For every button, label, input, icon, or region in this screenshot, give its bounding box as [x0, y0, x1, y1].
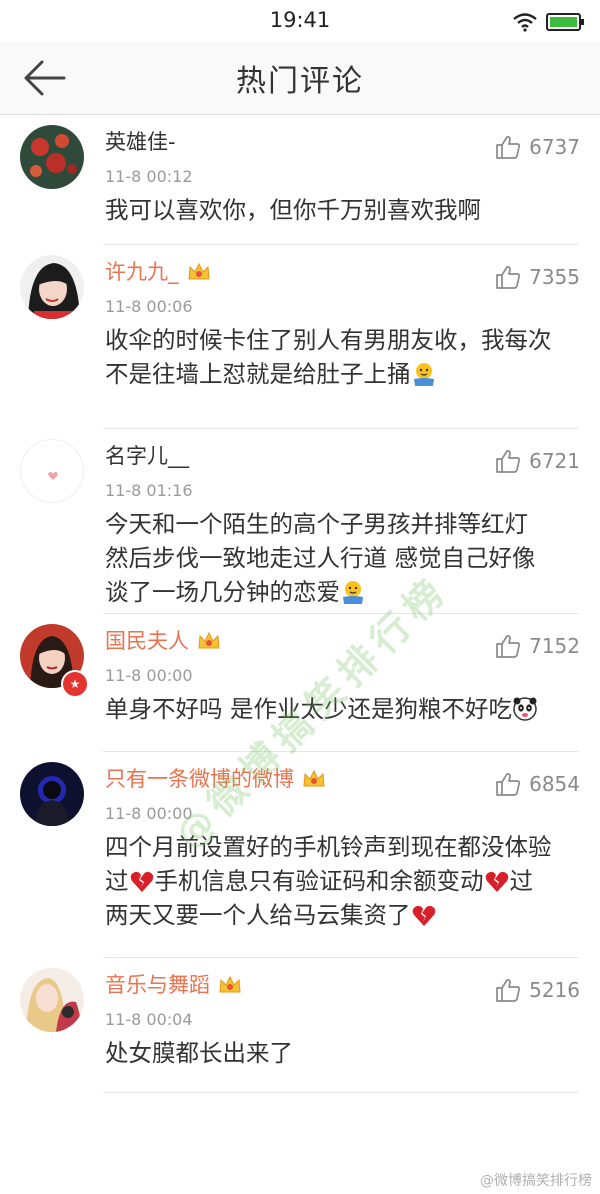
comment-text: 今天和一个陌生的高个子男孩并排等红灯 然后步伐一致地走过人行道 感觉自己好像 谈…: [105, 507, 583, 609]
avatar[interactable]: [20, 255, 84, 319]
thumbs-up-icon: [496, 978, 521, 1002]
username[interactable]: 名字儿__: [105, 442, 189, 470]
like-button[interactable]: 6854: [495, 769, 580, 799]
verified-badge: ★: [61, 670, 89, 698]
comment-line: 手机信息只有验证码和余额变动: [154, 867, 484, 895]
thumbs-up-icon: [496, 772, 521, 796]
thumbs-up-icon: [496, 634, 521, 658]
comment-time: 11-8 00:04: [105, 1010, 193, 1029]
like-count: 6737: [529, 135, 580, 159]
comment-line: 收伞的时候卡住了别人有男朋友收，我每次: [105, 326, 552, 354]
like-count: 6854: [529, 772, 580, 796]
comment-line: 过: [509, 867, 534, 895]
like-count: 6721: [529, 449, 580, 473]
like-count: 7355: [529, 265, 580, 289]
thumbs-up-icon: [496, 265, 521, 289]
comment-text: 处女膜都长出来了: [105, 1036, 583, 1070]
like-button[interactable]: 7355: [495, 262, 580, 292]
comment-text: 我可以喜欢你，但你千万别喜欢我啊: [105, 193, 583, 227]
comment-line: 四个月前设置好的手机铃声到现在都没体验: [105, 833, 552, 861]
like-button[interactable]: 7152: [495, 631, 580, 661]
broken-heart-emoji: [485, 871, 508, 892]
comment-item: 英雄佳- 11-8 00:12 6737 我可以喜欢你，但你千万别喜欢我啊: [0, 115, 600, 245]
comment-line: 两天又要一个人给马云集资了: [105, 901, 411, 929]
username-text: 国民夫人: [105, 629, 189, 653]
vip-crown-icon: [219, 975, 241, 993]
like-count: 5216: [529, 978, 580, 1002]
like-button[interactable]: 5216: [495, 975, 580, 1005]
shrug-emoji: [413, 363, 434, 386]
comment-item: 音乐与舞蹈 11-8 00:04 5216 处女膜都长出来了: [0, 958, 600, 1093]
comment-text: 四个月前设置好的手机铃声到现在都没体验 过 手机信息只有验证码和余额变动 过 两…: [105, 830, 583, 932]
comment-time: 11-8 00:12: [105, 167, 193, 186]
shrug-emoji: [343, 581, 363, 604]
comment-item: 许九九_ 11-8 00:06 7355 收伞的时候卡住了别人有男朋友收，我每次…: [0, 245, 600, 429]
thumbs-up-icon: [496, 135, 521, 159]
panda-emoji: [513, 697, 537, 721]
avatar[interactable]: [20, 439, 84, 503]
comment-line: 处女膜都长出来了: [105, 1039, 293, 1067]
comment-text: 收伞的时候卡住了别人有男朋友收，我每次 不是往墙上怼就是给肚子上捅: [105, 323, 583, 391]
username[interactable]: 许九九_: [105, 258, 211, 286]
like-button[interactable]: 6737: [495, 132, 580, 162]
page-title: 热门评论: [236, 64, 364, 99]
avatar[interactable]: [20, 125, 84, 189]
navbar: 热门评论: [0, 42, 600, 115]
status-bar: 19:41: [0, 0, 600, 42]
username[interactable]: 音乐与舞蹈: [105, 971, 242, 999]
comment-time: 11-8 00:06: [105, 297, 193, 316]
broken-heart-emoji: [412, 905, 435, 926]
username[interactable]: 英雄佳-: [105, 128, 176, 156]
comment-line: 我可以喜欢你，但你千万别喜欢我啊: [105, 196, 481, 224]
comment-line: 不是往墙上怼就是给肚子上捅: [105, 360, 411, 388]
like-button[interactable]: 6721: [495, 446, 580, 476]
like-count: 7152: [529, 634, 580, 658]
wifi-icon: [513, 13, 537, 32]
battery-icon: [546, 13, 584, 31]
comment-line: 今天和一个陌生的高个子男孩并排等红灯: [105, 510, 528, 538]
comment-list: 英雄佳- 11-8 00:12 6737 我可以喜欢你，但你千万别喜欢我啊 许九…: [0, 115, 600, 1093]
avatar[interactable]: [20, 762, 84, 826]
username-text: 许九九_: [105, 260, 179, 284]
footer-watermark: @微博搞笑排行榜: [480, 1173, 592, 1189]
comment-time: 11-8 01:16: [105, 481, 193, 500]
comment-item: 名字儿__ 11-8 01:16 6721 今天和一个陌生的高个子男孩并排等红灯…: [0, 429, 600, 614]
vip-crown-icon: [303, 769, 325, 787]
comment-item: 只有一条微博的微博 11-8 00:00 6854 四个月前设置好的手机铃声到现…: [0, 752, 600, 958]
username-text: 音乐与舞蹈: [105, 973, 210, 997]
username[interactable]: 国民夫人: [105, 627, 221, 655]
status-time: 19:41: [269, 8, 331, 32]
vip-crown-icon: [198, 631, 220, 649]
avatar[interactable]: [20, 968, 84, 1032]
comment-line: 过: [105, 867, 129, 895]
comment-line: 然后步伐一致地走过人行道 感觉自己好像: [105, 544, 536, 572]
thumbs-up-icon: [496, 449, 521, 473]
comment-time: 11-8 00:00: [105, 666, 193, 685]
comment-line: 谈了一场几分钟的恋爱: [105, 578, 340, 606]
broken-heart-emoji: [130, 871, 153, 892]
vip-crown-icon: [187, 262, 210, 280]
